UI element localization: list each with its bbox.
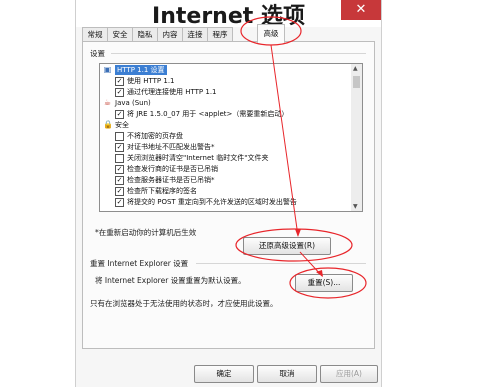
- scroll-down-icon[interactable]: ▼: [353, 203, 358, 210]
- title-bar: Internet 选项 ✕: [76, 0, 381, 29]
- checked-checkbox[interactable]: ✓: [115, 143, 124, 152]
- settings-option-label: 检查发行商的证书是否已吊销: [127, 165, 218, 173]
- settings-category-label: HTTP 1.1 设置: [115, 65, 167, 75]
- restore-advanced-settings-button[interactable]: 还原高级设置(R): [243, 237, 331, 255]
- settings-option-label: 不将加密的页存盘: [127, 132, 183, 140]
- settings-list-scrollbar[interactable]: ▲ ▼: [351, 63, 363, 212]
- internet-options-dialog: Internet 选项 ✕ 常规 安全 隐私 内容 连接 程序 高级 设置 ▣ H…: [75, 0, 382, 387]
- tab-privacy[interactable]: 隐私: [132, 27, 158, 42]
- settings-category-label: 安全: [115, 121, 129, 129]
- cancel-button[interactable]: 取消: [257, 365, 317, 383]
- tab-connections[interactable]: 连接: [182, 27, 208, 42]
- unchecked-checkbox[interactable]: [115, 154, 124, 163]
- group-divider: [111, 53, 366, 54]
- tab-advanced[interactable]: 高级: [257, 24, 285, 43]
- settings-category[interactable]: ▣ HTTP 1.1 设置: [100, 65, 350, 75]
- settings-category[interactable]: 🔒 安全: [100, 120, 350, 130]
- settings-option[interactable]: ✓ 检查所下载程序的签名: [100, 186, 350, 196]
- java-icon: ☕: [103, 98, 112, 107]
- restart-note: *在重新启动你的计算机后生效: [95, 228, 197, 237]
- settings-list[interactable]: ▣ HTTP 1.1 设置 ✓ 使用 HTTP 1.1 ✓ 通过代理连接使用 HTTP 1…: [99, 63, 353, 212]
- settings-option[interactable]: ✓ 将提交的 POST 重定向到不允许发送的区域时发出警告: [100, 197, 350, 207]
- advanced-tab-panel: 设置 ▣ HTTP 1.1 设置 ✓ 使用 HTTP 1.1 ✓ 通过代理连接使用 HTT…: [82, 41, 375, 349]
- settings-option-label: 检查服务器证书是否已吊销*: [127, 176, 215, 184]
- settings-option[interactable]: ✓ 使用 HTTP 1.1: [100, 76, 350, 86]
- settings-option-label: 将 JRE 1.5.0_07 用于 <applet>（需要重新启动）: [127, 110, 289, 118]
- settings-category-label: Java (Sun): [115, 99, 151, 107]
- settings-option-label: 将提交的 POST 重定向到不允许发送的区域时发出警告: [127, 198, 297, 206]
- checked-checkbox[interactable]: ✓: [115, 77, 124, 86]
- checked-checkbox[interactable]: ✓: [115, 165, 124, 174]
- settings-option-label: 检查所下载程序的签名: [127, 187, 197, 195]
- reset-group-divider: [196, 263, 366, 264]
- window-title: Internet 选项: [152, 4, 305, 29]
- settings-category[interactable]: ☕ Java (Sun): [100, 98, 350, 108]
- tab-general[interactable]: 常规: [82, 27, 108, 42]
- settings-option-label: 通过代理连接使用 HTTP 1.1: [127, 88, 217, 96]
- settings-group-title: 设置: [90, 49, 105, 58]
- settings-option-label: 关闭浏览器时清空"Internet 临时文件"文件夹: [127, 154, 269, 162]
- checked-checkbox[interactable]: ✓: [115, 110, 124, 119]
- reset-note: 只有在浏览器处于无法使用的状态时，才应使用此设置。: [90, 299, 278, 308]
- checked-checkbox[interactable]: ✓: [115, 88, 124, 97]
- settings-option[interactable]: ✓ 检查发行商的证书是否已吊销: [100, 164, 350, 174]
- checked-checkbox[interactable]: ✓: [115, 187, 124, 196]
- scroll-thumb[interactable]: [353, 76, 360, 88]
- checked-checkbox[interactable]: ✓: [115, 176, 124, 185]
- settings-option[interactable]: ✓ 通过代理连接使用 HTTP 1.1: [100, 87, 350, 97]
- checked-checkbox[interactable]: ✓: [115, 198, 124, 207]
- reset-description: 将 Internet Explorer 设置重置为默认设置。: [95, 276, 246, 285]
- tab-programs[interactable]: 程序: [207, 27, 233, 42]
- settings-folder-icon: ▣: [103, 65, 112, 74]
- scroll-up-icon[interactable]: ▲: [353, 65, 358, 72]
- reset-button[interactable]: 重置(S)...: [295, 274, 353, 292]
- apply-button[interactable]: 应用(A): [320, 365, 378, 383]
- close-button[interactable]: ✕: [341, 0, 381, 20]
- settings-option[interactable]: ✓ 检查服务器证书是否已吊销*: [100, 175, 350, 185]
- settings-option-label: 对证书地址不匹配发出警告*: [127, 143, 215, 151]
- ok-button[interactable]: 确定: [194, 365, 254, 383]
- lock-icon: 🔒: [103, 120, 113, 129]
- settings-option-label: 使用 HTTP 1.1: [127, 77, 175, 85]
- tab-content[interactable]: 内容: [157, 27, 183, 42]
- settings-option[interactable]: ✓ 对证书地址不匹配发出警告*: [100, 142, 350, 152]
- reset-group-title: 重置 Internet Explorer 设置: [90, 259, 189, 268]
- settings-option[interactable]: 不将加密的页存盘: [100, 131, 350, 141]
- tab-security[interactable]: 安全: [107, 27, 133, 42]
- unchecked-checkbox[interactable]: [115, 132, 124, 141]
- settings-option[interactable]: ✓ 将 JRE 1.5.0_07 用于 <applet>（需要重新启动）: [100, 109, 350, 119]
- settings-option[interactable]: 关闭浏览器时清空"Internet 临时文件"文件夹: [100, 153, 350, 163]
